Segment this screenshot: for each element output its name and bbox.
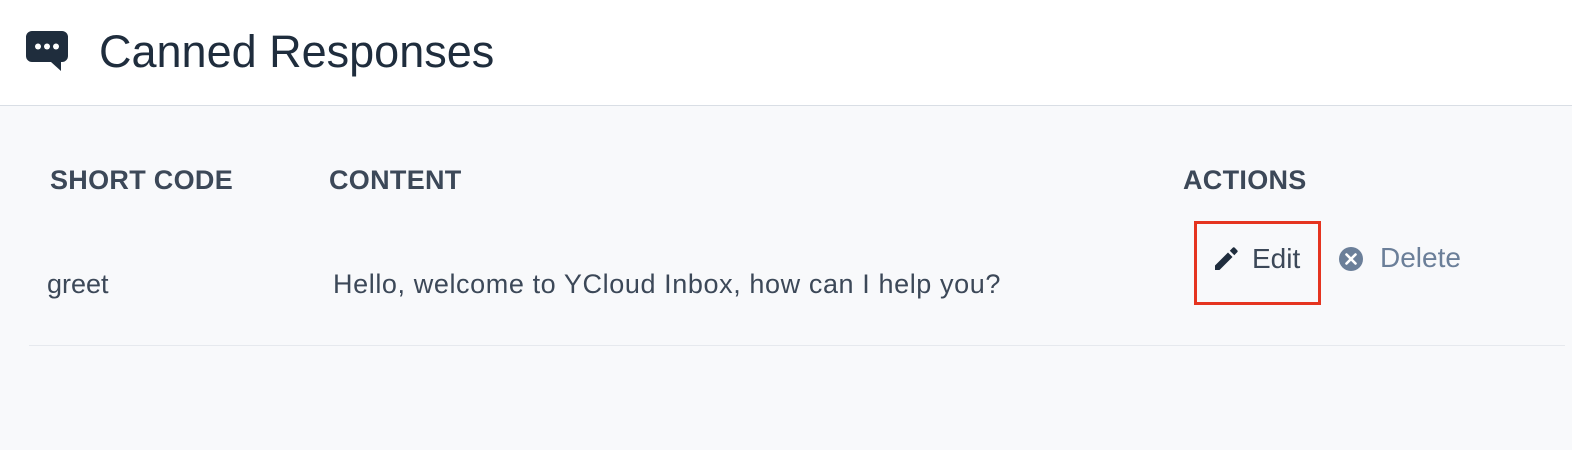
column-header-short-code: SHORT CODE <box>50 165 234 195</box>
edit-button[interactable]: Edit <box>1194 221 1321 305</box>
column-header-actions: ACTIONS <box>1183 165 1307 195</box>
short-code-cell: greet <box>47 269 109 299</box>
row-divider <box>29 345 1565 346</box>
pencil-icon <box>1215 247 1238 270</box>
delete-label: Delete <box>1380 242 1461 273</box>
page-header: Canned Responses <box>0 0 1572 106</box>
delete-button[interactable]: Delete <box>1338 239 1478 279</box>
column-header-content: CONTENT <box>329 165 462 195</box>
content-cell: Hello, welcome to YCloud Inbox, how can … <box>333 269 1001 299</box>
close-circle-icon <box>1339 247 1363 271</box>
edit-label: Edit <box>1252 243 1301 274</box>
page-title: Canned Responses <box>99 26 495 77</box>
chat-bubble-icon <box>26 31 68 71</box>
